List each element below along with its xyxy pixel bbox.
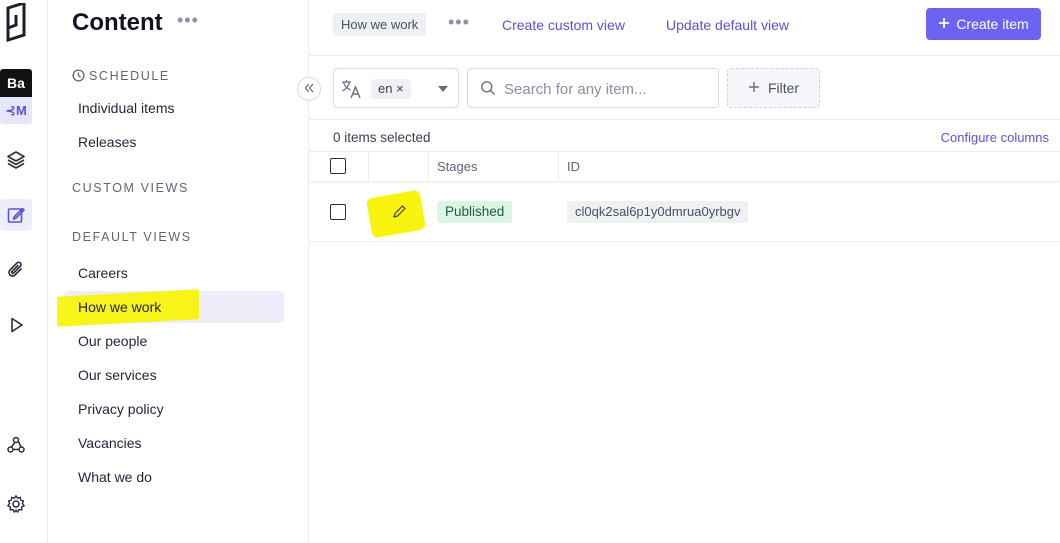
column-header-stages[interactable]: Stages <box>429 152 559 182</box>
view-more-button[interactable]: ••• <box>448 12 470 33</box>
create-custom-view-link[interactable]: Create custom view <box>502 17 625 33</box>
create-item-button[interactable]: Create item <box>926 8 1041 40</box>
double-chevron-left-icon <box>303 82 315 97</box>
filter-button[interactable]: Filter <box>727 68 820 108</box>
locale-select[interactable]: en × <box>333 68 459 108</box>
row-checkbox[interactable] <box>330 204 346 220</box>
locale-tag-label: en <box>378 81 393 96</box>
plus-icon <box>748 80 760 96</box>
project-environment-badge: ⊰M <box>0 97 32 124</box>
hygraph-logo-icon[interactable] <box>5 0 27 43</box>
section-heading-custom-views: CUSTOM VIEWS <box>72 181 189 195</box>
plus-icon <box>938 16 950 32</box>
content-edit-icon[interactable] <box>0 199 32 231</box>
actions-column-header <box>369 152 429 182</box>
table-row[interactable]: Published cl0qk2sal6p1y0dmrua0yrbgv <box>309 182 1060 242</box>
nav-item-our-services[interactable]: Our services <box>64 359 284 391</box>
assets-paperclip-icon[interactable] <box>0 254 32 286</box>
nav-item-careers[interactable]: Careers <box>64 257 284 289</box>
remove-locale-icon[interactable]: × <box>396 81 404 96</box>
nav-item-releases[interactable]: Releases <box>64 126 284 158</box>
webhooks-icon[interactable] <box>0 429 32 461</box>
nav-item-individual-items[interactable]: Individual items <box>64 92 284 124</box>
settings-gear-icon[interactable] <box>0 488 32 520</box>
pencil-edit-icon[interactable] <box>391 204 407 225</box>
configure-columns-link[interactable]: Configure columns <box>941 130 1049 145</box>
update-default-view-link[interactable]: Update default view <box>666 17 789 33</box>
search-input[interactable] <box>504 78 704 100</box>
view-topbar: How we work ••• Create custom view Updat… <box>309 0 1060 56</box>
selection-bar: 0 items selected Configure columns <box>309 120 1060 152</box>
select-all-checkbox[interactable] <box>330 158 346 174</box>
translate-icon <box>341 79 363 104</box>
content-nav-panel: Content ••• SCHEDULE Individual items Re… <box>48 0 309 543</box>
nav-more-button[interactable]: ••• <box>177 10 199 31</box>
collapse-sidebar-button[interactable] <box>297 77 321 101</box>
schema-layers-icon[interactable] <box>0 144 32 176</box>
selected-count: 0 items selected <box>333 130 431 145</box>
section-heading-default-views: DEFAULT VIEWS <box>72 230 192 244</box>
nav-item-vacancies[interactable]: Vacancies <box>64 427 284 459</box>
page-title: Content <box>72 9 163 36</box>
table-header: Stages ID <box>309 152 1060 182</box>
section-heading-schedule-label: SCHEDULE <box>89 69 170 83</box>
create-item-label: Create item <box>956 16 1029 32</box>
search-icon <box>480 80 496 101</box>
nav-item-what-we-do[interactable]: What we do <box>64 461 284 493</box>
filter-label: Filter <box>767 80 800 96</box>
clock-icon <box>72 69 85 85</box>
nav-item-how-we-work-label: How we work <box>78 299 162 315</box>
nav-item-our-people[interactable]: Our people <box>64 325 284 357</box>
icon-rail: Ba ⊰M <box>0 0 48 543</box>
entry-id: cl0qk2sal6p1y0dmrua0yrbgv <box>567 201 749 223</box>
search-box[interactable] <box>467 68 719 108</box>
column-header-id[interactable]: ID <box>559 152 1060 182</box>
nav-item-privacy-policy[interactable]: Privacy policy <box>64 393 284 425</box>
select-all-cell <box>309 152 369 182</box>
section-heading-schedule: SCHEDULE <box>72 69 170 85</box>
status-badge: Published <box>437 201 513 223</box>
content-main: How we work ••• Create custom view Updat… <box>297 0 1060 543</box>
locale-tag[interactable]: en × <box>371 79 411 99</box>
current-view-chip[interactable]: How we work <box>333 13 427 36</box>
playground-play-icon[interactable] <box>0 309 32 341</box>
project-initials: Ba <box>0 69 32 97</box>
project-switcher[interactable]: Ba ⊰M <box>0 69 32 125</box>
filter-toolbar: en × Filter <box>309 56 1060 120</box>
chevron-down-icon <box>438 86 448 92</box>
